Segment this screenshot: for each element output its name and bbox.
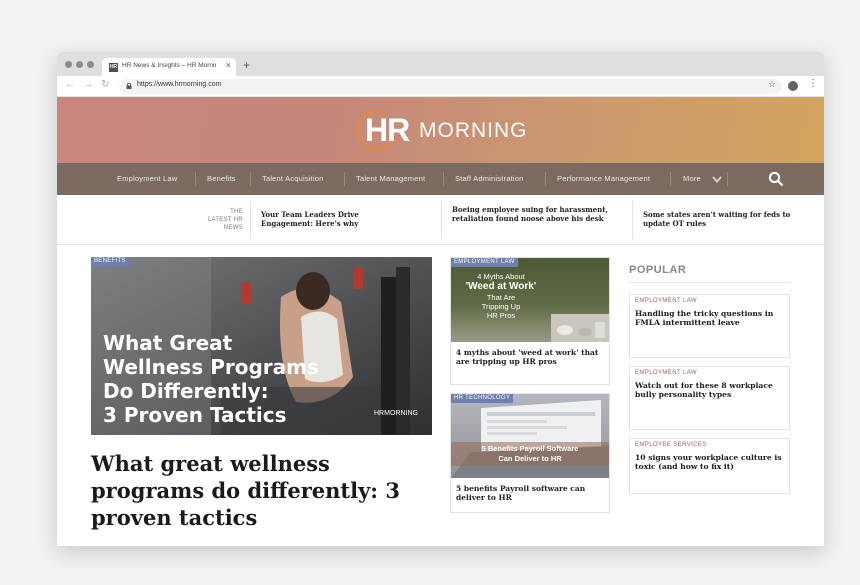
favicon-icon: HR: [109, 63, 118, 72]
hero-image-text-line: Wellness Programs: [103, 355, 319, 379]
latest-news-ticker: THE LATEST HR NEWS Your Team Leaders Dri…: [57, 195, 824, 245]
logo-hr-text: HR: [365, 112, 410, 148]
popular-divider: [629, 282, 790, 283]
card-title[interactable]: 5 benefits Payroll software can deliver …: [456, 484, 606, 502]
popular-item-title[interactable]: 10 signs your workplace culture is toxic…: [635, 453, 785, 471]
ticker-divider: [632, 201, 633, 239]
hero-image-text: What Great Wellness Programs Do Differen…: [103, 331, 319, 427]
ticker-label-line: THE: [230, 209, 243, 215]
close-window-dot[interactable]: [65, 61, 72, 68]
nav-employment-law[interactable]: Employment Law: [117, 163, 177, 195]
main-nav: Employment Law Benefits Talent Acquisiti…: [57, 163, 824, 195]
minimize-window-dot[interactable]: [76, 61, 83, 68]
reload-icon[interactable]: ↻: [101, 79, 109, 90]
nav-benefits[interactable]: Benefits: [207, 163, 236, 195]
nav-divider: [344, 172, 345, 186]
nav-divider: [250, 172, 251, 186]
hero-image[interactable]: BENEFITS What Great Wellness Programs Do…: [91, 257, 432, 435]
card-image-text-line: 5 Benefits Payroll Software: [481, 444, 579, 453]
search-icon[interactable]: [768, 171, 784, 187]
card-image-text-line: 4 Myths About: [477, 272, 525, 281]
popular-item-title[interactable]: Watch out for these 8 workplace bully pe…: [635, 381, 785, 399]
new-tab-button[interactable]: +: [243, 58, 250, 72]
nav-divider: [670, 172, 671, 186]
maximize-window-dot[interactable]: [87, 61, 94, 68]
logo-morning-text: MORNING: [419, 119, 528, 142]
card-image-text-line: That Are: [486, 293, 516, 302]
article-card-weed[interactable]: 4 Myths About 'Weed at Work' That Are Tr…: [450, 257, 610, 385]
pills-graphic: [551, 314, 609, 342]
popular-item[interactable]: EMPLOYMENT LAW Watch out for these 8 wor…: [629, 366, 790, 430]
hero-watermark-logo: HRMORNING: [374, 410, 418, 417]
popular-item[interactable]: EMPLOYEE SERVICES 10 signs your workplac…: [629, 438, 790, 494]
ticker-item[interactable]: Some states aren't waiting for feds to u…: [643, 210, 813, 228]
ticker-label: THE LATEST HR NEWS: [197, 208, 243, 232]
ticker-item[interactable]: Boeing employee suing for harassment, re…: [452, 205, 622, 223]
ticker-divider: [441, 201, 442, 239]
url-text: https://www.hrmorning.com: [137, 81, 222, 88]
popular-item[interactable]: EMPLOYMENT LAW Handling the tricky quest…: [629, 294, 790, 358]
address-bar: ← → ↻ https://www.hrmorning.com ☆ ⋮: [57, 76, 824, 97]
nav-talent-acquisition[interactable]: Talent Acquisition: [262, 163, 324, 195]
chevron-down-icon[interactable]: [712, 176, 722, 183]
tab-title: HR News & Insights – HR Morning: [122, 62, 216, 69]
nav-divider: [727, 172, 728, 186]
ticker-label-line: NEWS: [223, 225, 243, 231]
account-icon[interactable]: [788, 81, 798, 91]
card-image-text-line: Tripping Up: [481, 302, 521, 311]
hero-image-text-line: What Great: [103, 331, 233, 355]
nav-more[interactable]: More: [683, 163, 701, 195]
card-title[interactable]: 4 myths about 'weed at work' that are tr…: [456, 348, 606, 366]
nav-performance-management[interactable]: Performance Management: [557, 163, 650, 195]
hero-image-text-line: 3 Proven Tactics: [103, 403, 287, 427]
browser-tab[interactable]: HR HR News & Insights – HR Morning ×: [102, 58, 236, 76]
nav-talent-management[interactable]: Talent Management: [356, 163, 425, 195]
card-category-badge[interactable]: EMPLOYMENT LAW: [451, 258, 518, 267]
hero-category-badge[interactable]: BENEFITS: [91, 257, 129, 266]
site-banner: HR MORNING: [57, 97, 824, 163]
ticker-label-line: LATEST HR: [207, 217, 243, 223]
article-card-payroll[interactable]: 5 Benefits Payroll Software Can Deliver …: [450, 393, 610, 513]
star-icon[interactable]: ☆: [768, 79, 776, 90]
lock-icon: [126, 83, 132, 89]
browser-window: HR HR News & Insights – HR Morning × + ←…: [57, 52, 824, 546]
tab-bar: HR HR News & Insights – HR Morning × +: [57, 52, 824, 76]
back-arrow-icon[interactable]: ←: [65, 79, 75, 90]
nav-divider: [195, 172, 196, 186]
hero-image-text-line: Do Differently:: [103, 379, 269, 403]
nav-divider: [545, 172, 546, 186]
card-category-badge[interactable]: HR TECHNOLOGY: [451, 394, 514, 403]
article-card-image: 5 Benefits Payroll Software Can Deliver …: [451, 394, 609, 478]
card-image-text: 5 Benefits Payroll Software Can Deliver …: [451, 442, 609, 466]
close-tab-icon[interactable]: ×: [226, 60, 231, 70]
card-image-text-line: HR Pros: [486, 311, 516, 320]
nav-divider: [443, 172, 444, 186]
popular-heading: POPULAR: [629, 264, 687, 276]
article-card-image: 4 Myths About 'Weed at Work' That Are Tr…: [451, 258, 609, 342]
card-image-text: 4 Myths About 'Weed at Work' That Are Tr…: [451, 272, 551, 320]
forward-arrow-icon[interactable]: →: [83, 79, 93, 90]
ticker-divider: [250, 201, 251, 239]
card-image-text-line: Can Deliver to HR: [498, 454, 562, 463]
popular-item-category[interactable]: EMPLOYEE SERVICES: [635, 442, 707, 448]
hero-headline[interactable]: What great wellness programs do differen…: [91, 450, 436, 531]
site-logo[interactable]: HR MORNING: [351, 104, 537, 156]
kebab-menu-icon[interactable]: ⋮: [808, 78, 818, 89]
popular-item-title[interactable]: Handling the tricky questions in FMLA in…: [635, 309, 785, 327]
card-image-text-line: 'Weed at Work': [465, 281, 537, 292]
popular-item-category[interactable]: EMPLOYMENT LAW: [635, 298, 697, 304]
ticker-item[interactable]: Your Team Leaders Drive Engagement: Here…: [261, 210, 401, 228]
popular-item-category[interactable]: EMPLOYMENT LAW: [635, 370, 697, 376]
url-input[interactable]: https://www.hrmorning.com ☆: [119, 79, 782, 94]
nav-staff-administration[interactable]: Staff Administration: [455, 163, 523, 195]
